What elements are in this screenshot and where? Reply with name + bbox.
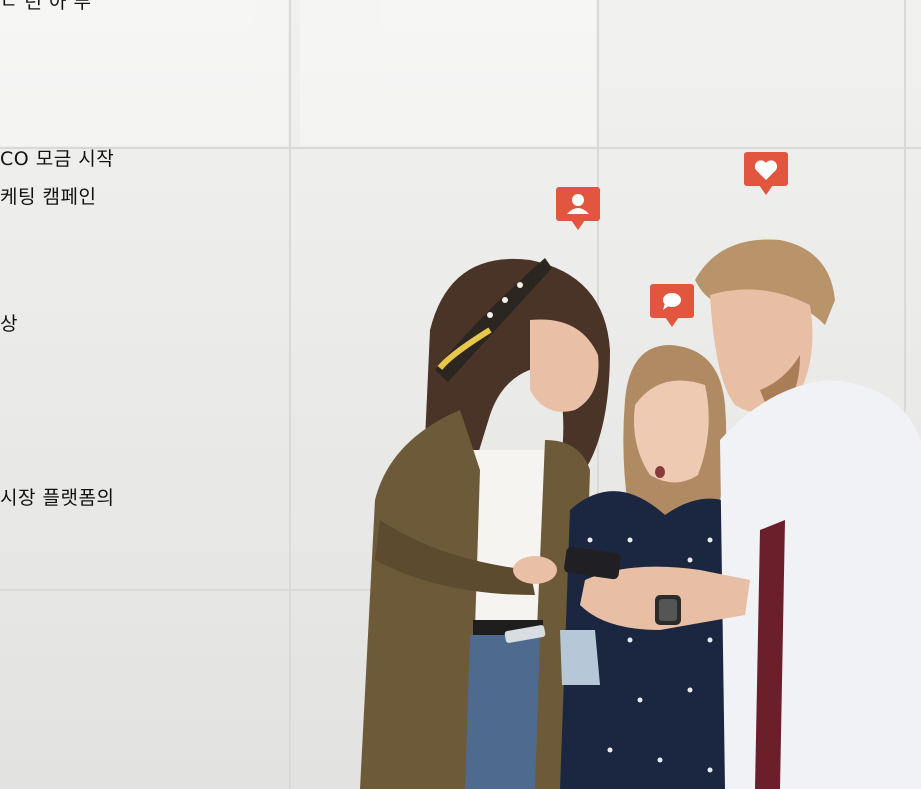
text-line-market-platform: 시장 플랫폼의 (0, 487, 115, 509)
text-line-top: ㄴ 런 아 푸 (0, 0, 92, 13)
text-line-ico-fundraising: CO 모금 시작 (0, 148, 115, 170)
text-line-listing: 상 (0, 313, 18, 335)
photo-three-people-looking-at-phone (330, 140, 921, 789)
text-line-marketing-campaign: 케팅 캠페인 (0, 186, 97, 208)
